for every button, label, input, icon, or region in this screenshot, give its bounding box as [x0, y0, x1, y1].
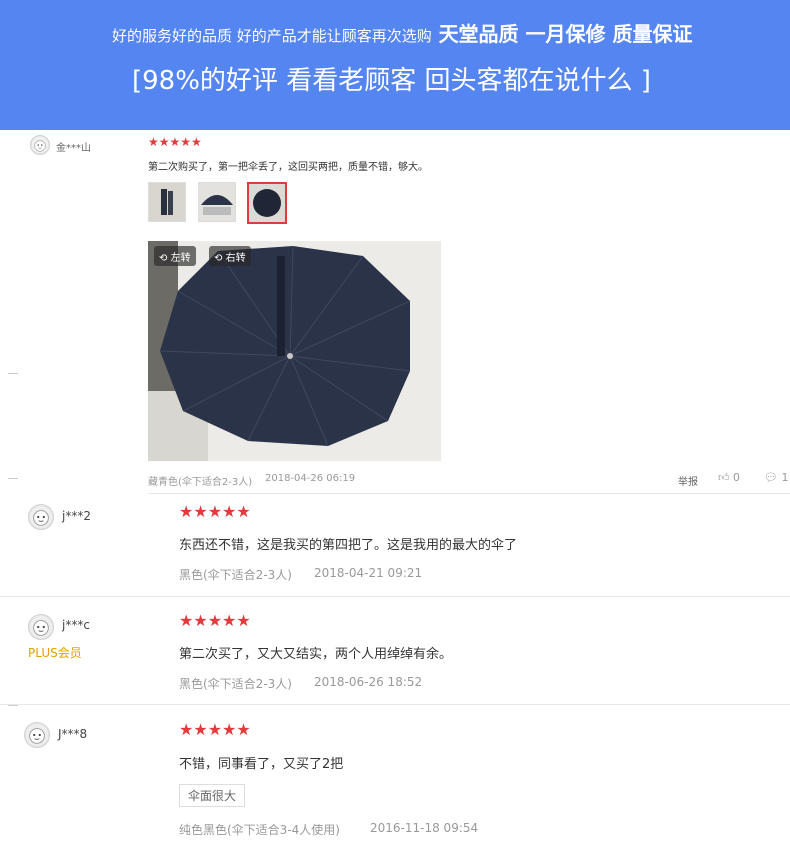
rotate-right-icon: ⟲	[214, 253, 223, 264]
review-date: 2016-11-18 09:54	[370, 821, 479, 835]
review-date: 2018-06-26 18:52	[314, 675, 423, 689]
review-thumbnail-3-selected[interactable]	[247, 182, 287, 224]
review-photo-preview: ⟲ 左转 ⟲ 右转	[148, 241, 441, 461]
report-link[interactable]: 举报	[678, 473, 698, 488]
review-variant: 纯色黑色(伞下适合3-4人使用)	[179, 823, 340, 837]
side-marker	[8, 373, 18, 374]
banner-slogan: 好的服务好的品质 好的产品才能让顾客再次选购 天堂品质 一月保修 质量保证	[112, 18, 782, 47]
thumbs-up-icon: 👍︎	[718, 471, 730, 484]
stars-text: ★★★★★	[179, 502, 251, 521]
avatar-face-icon[interactable]	[28, 504, 54, 530]
review-text: 不错，同事看了，又买了2把	[179, 757, 344, 772]
like-count: 0	[733, 471, 740, 484]
banner-slogan-small: 好的服务好的品质 好的产品才能让顾客再次选购	[112, 27, 432, 45]
side-marker	[8, 705, 18, 706]
review-date: 2018-04-21 09:21	[314, 566, 423, 580]
side-marker	[8, 478, 18, 479]
review-thumbnail-2[interactable]	[198, 182, 236, 222]
review-thumbnail-1[interactable]	[148, 182, 186, 222]
rotate-right-button[interactable]: ⟲ 右转	[209, 246, 251, 266]
review-username: J***8	[58, 727, 88, 741]
review-text: 第二次购买了，第一把伞丢了，这回买两把，质量不错，够大。	[148, 162, 428, 173]
rotate-left-icon: ⟲	[159, 253, 168, 264]
review-divider	[0, 704, 790, 705]
star-rating: ★★★★★	[179, 611, 251, 630]
review-text: 第二次买了，又大又结实，两个人用绰绰有余。	[179, 647, 453, 662]
promo-banner: 好的服务好的品质 好的产品才能让顾客再次选购 天堂品质 一月保修 质量保证 [9…	[0, 0, 790, 130]
review-divider	[148, 493, 790, 494]
stars-text: ★★★★★	[179, 720, 251, 739]
rotate-left-button[interactable]: ⟲ 左转	[154, 246, 196, 266]
star-rating: ★★★★★	[148, 135, 202, 149]
review-username: j***c	[62, 618, 90, 632]
star-rating: ★★★★★	[179, 720, 251, 739]
banner-slogan-big: 天堂品质 一月保修 质量保证	[438, 22, 693, 46]
comment-count: 1	[781, 471, 789, 484]
review-variant: 藏青色(伞下适合2-3人)	[148, 477, 253, 488]
rotate-left-label: 左转	[170, 253, 191, 264]
review-divider	[0, 596, 790, 597]
star-rating: ★★★★★	[179, 502, 251, 521]
stars-text: ★★★★★	[148, 135, 202, 149]
review-text: 东西还不错，这是我买的第四把了。这是我用的最大的伞了	[179, 538, 518, 553]
stars-text: ★★★★★	[179, 611, 251, 630]
avatar-face-icon[interactable]	[30, 135, 50, 155]
like-button[interactable]: 👍︎ 0	[718, 471, 740, 484]
avatar-face-icon[interactable]	[28, 614, 54, 640]
review-date: 2018-04-26 06:19	[265, 473, 356, 484]
comment-icon: 💬︎	[764, 471, 778, 484]
plus-member-badge: PLUS会员	[28, 646, 82, 660]
avatar-face-icon[interactable]	[24, 722, 50, 748]
review-username: 金***山	[56, 143, 91, 154]
rotate-right-label: 右转	[225, 253, 246, 264]
review-variant: 黑色(伞下适合2-3人)	[179, 677, 292, 691]
review-username: j***2	[62, 509, 91, 523]
review-tag: 伞面很大	[179, 784, 246, 807]
review-variant: 黑色(伞下适合2-3人)	[179, 568, 292, 582]
comment-button[interactable]: 💬︎ 1	[764, 471, 788, 484]
banner-headline: [98%的好评 看看老顾客 回头客都在说什么 ]	[132, 66, 651, 96]
